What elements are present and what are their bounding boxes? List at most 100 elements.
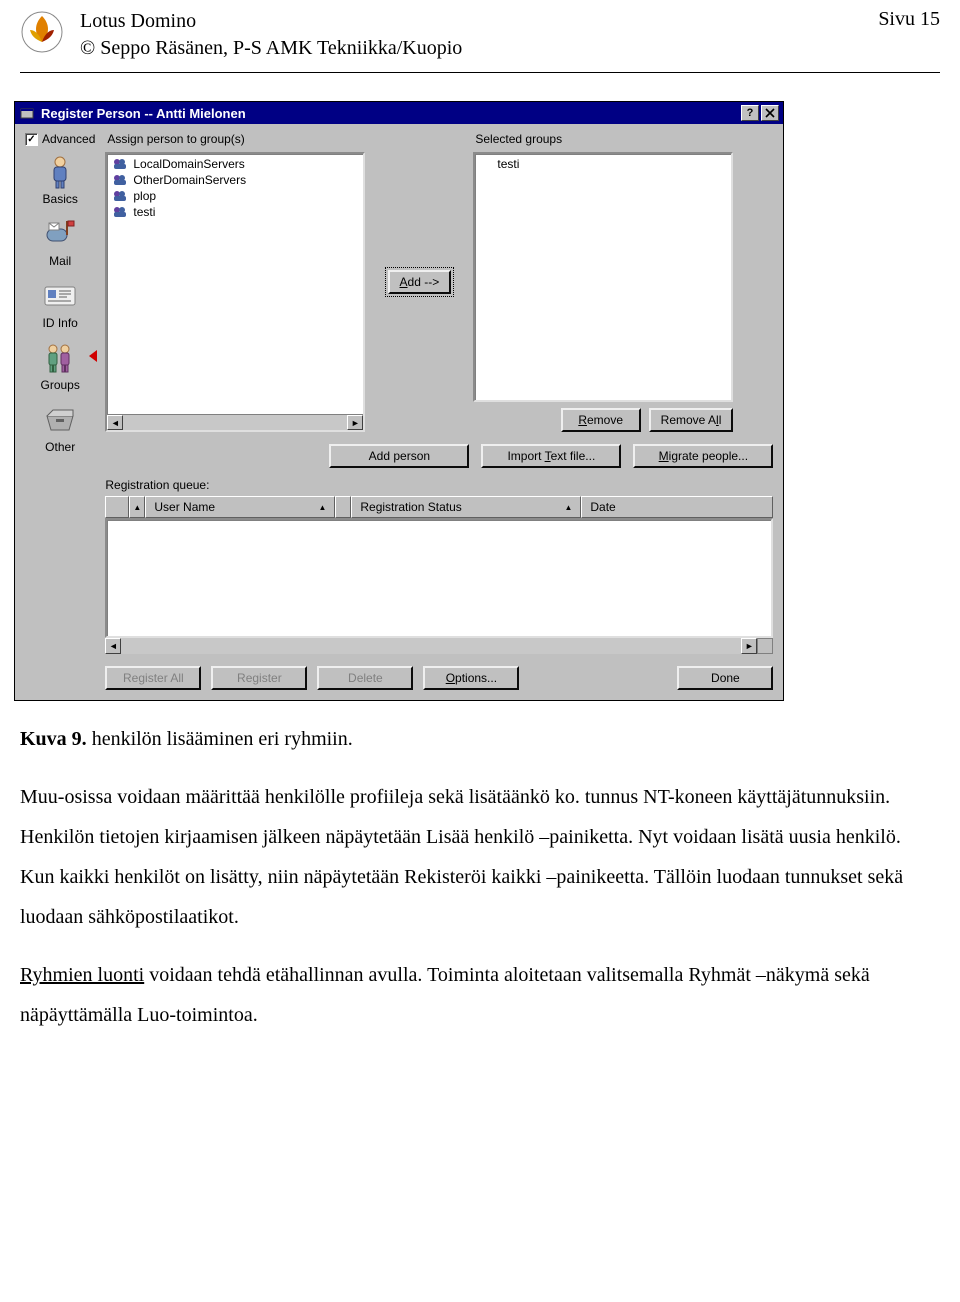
list-item[interactable]: testi	[107, 204, 363, 220]
figure-caption-label: Kuva 9.	[20, 728, 87, 750]
grid-spacer-header[interactable]	[335, 496, 351, 518]
advanced-checkbox[interactable]: ✓ Advanced	[25, 132, 95, 146]
add-button-label: Add -->	[400, 275, 440, 289]
mailbox-icon	[41, 216, 79, 252]
queue-grid-body[interactable]	[105, 518, 773, 638]
register-all-button[interactable]: Register All	[105, 666, 201, 690]
grid-col-date-label: Date	[590, 500, 615, 514]
migrate-people-label: Migrate people...	[659, 449, 748, 463]
options-button[interactable]: Options...	[423, 666, 519, 690]
list-item[interactable]: testi	[475, 156, 731, 172]
checkbox-icon: ✓	[25, 133, 38, 146]
nav-other-label: Other	[45, 440, 75, 454]
assign-label: Assign person to group(s)	[105, 132, 365, 146]
delete-label: Delete	[348, 671, 383, 685]
group-icon	[113, 174, 127, 186]
grid-sort-header[interactable]: ▲	[129, 496, 145, 518]
list-item[interactable]: LocalDomainServers	[107, 156, 363, 172]
grid-col-username[interactable]: User Name ▲	[145, 496, 335, 518]
grid-col-status[interactable]: Registration Status ▲	[351, 496, 581, 518]
page-header: Lotus Domino © Seppo Räsänen, P-S AMK Te…	[0, 0, 960, 68]
list-item-label: plop	[133, 189, 156, 203]
dialog-icon	[19, 105, 35, 121]
add-button[interactable]: Add -->	[388, 270, 452, 294]
queue-grid-scroll[interactable]: ◄ ►	[105, 638, 773, 654]
register-button[interactable]: Register	[211, 666, 307, 690]
nav-basics-label: Basics	[43, 192, 78, 206]
registration-queue-label: Registration queue:	[105, 478, 773, 492]
grid-col-status-label: Registration Status	[360, 500, 461, 514]
scroll-track[interactable]	[121, 638, 741, 654]
nav-idinfo[interactable]: ID Info	[25, 276, 95, 336]
nav-idinfo-label: ID Info	[43, 316, 78, 330]
selected-groups-list[interactable]: testi	[473, 152, 733, 402]
scroll-left-icon[interactable]: ◄	[105, 638, 121, 654]
available-groups-list[interactable]: LocalDomainServers OtherDomainServers	[105, 152, 365, 432]
import-text-button[interactable]: Import Text file...	[481, 444, 621, 468]
list-item[interactable]: OtherDomainServers	[107, 172, 363, 188]
header-title: Lotus Domino	[80, 8, 862, 35]
dialog-title: Register Person -- Antti Mielonen	[41, 106, 246, 121]
paragraph-2: Ryhmien luonti voidaan tehdä etähallinna…	[20, 955, 940, 1035]
options-label: Options...	[446, 671, 497, 685]
header-text: Lotus Domino © Seppo Räsänen, P-S AMK Te…	[80, 8, 862, 62]
selected-label: Selected groups	[473, 132, 733, 146]
add-person-label: Add person	[369, 449, 430, 463]
remove-button-label: Remove	[578, 413, 623, 427]
chevron-up-icon: ▲	[564, 503, 572, 512]
grid-col-date[interactable]: Date	[581, 496, 773, 518]
people-icon	[41, 340, 79, 376]
idcard-icon	[41, 278, 79, 314]
scroll-right-icon[interactable]: ►	[347, 415, 363, 430]
list-item-label: testi	[481, 157, 519, 171]
queue-grid-header: ▲ User Name ▲ Registration Status ▲ Date	[105, 496, 773, 518]
body-text: Kuva 9. henkilön lisääminen eri ryhmiin.…	[0, 701, 960, 1093]
paragraph-2-rest: voidaan tehdä etähallinnan avulla. Toimi…	[20, 964, 870, 1026]
done-label: Done	[711, 671, 740, 685]
header-subtitle: © Seppo Räsänen, P-S AMK Tekniikka/Kuopi…	[80, 35, 862, 62]
remove-button[interactable]: Remove	[561, 408, 641, 432]
grid-checkbox-header[interactable]	[105, 496, 129, 518]
person-icon	[41, 154, 79, 190]
figure-caption-text: henkilön lisääminen eri ryhmiin.	[92, 728, 353, 750]
list-item-label: testi	[133, 205, 155, 219]
group-icon	[113, 158, 127, 170]
nav-mail-label: Mail	[49, 254, 71, 268]
drawer-icon	[41, 402, 79, 438]
dialog-titlebar[interactable]: Register Person -- Antti Mielonen ?	[15, 102, 783, 124]
nav-groups[interactable]: Groups	[25, 338, 95, 398]
list-item-label: LocalDomainServers	[133, 157, 244, 171]
scroll-right-icon[interactable]: ►	[741, 638, 757, 654]
chevron-up-icon: ▲	[133, 503, 141, 512]
migrate-people-button[interactable]: Migrate people...	[633, 444, 773, 468]
done-button[interactable]: Done	[677, 666, 773, 690]
dialog-main: Assign person to group(s) LocalDomainSer…	[105, 132, 773, 690]
add-person-button[interactable]: Add person	[329, 444, 469, 468]
active-marker-icon	[89, 350, 97, 362]
paragraph-1: Muu-osissa voidaan määrittää henkilölle …	[20, 777, 940, 937]
section-lead: Ryhmien luonti	[20, 964, 144, 986]
nav-basics[interactable]: Basics	[25, 152, 95, 212]
import-text-label: Import Text file...	[507, 449, 595, 463]
grid-col-username-label: User Name	[154, 500, 215, 514]
scroll-left-icon[interactable]: ◄	[107, 415, 123, 430]
nav-groups-label: Groups	[41, 378, 80, 392]
scroll-track[interactable]	[123, 415, 347, 430]
group-icon	[113, 190, 127, 202]
register-label: Register	[237, 671, 282, 685]
delete-button[interactable]: Delete	[317, 666, 413, 690]
horizontal-scrollbar[interactable]: ◄ ►	[107, 414, 363, 430]
advanced-label: Advanced	[42, 132, 95, 146]
nav-mail[interactable]: Mail	[25, 214, 95, 274]
group-icon	[113, 206, 127, 218]
nav-other[interactable]: Other	[25, 400, 95, 460]
list-item[interactable]: plop	[107, 188, 363, 204]
dialog-sidebar: ✓ Advanced Basics	[25, 132, 95, 690]
register-all-label: Register All	[123, 671, 184, 685]
page-number: Sivu 15	[878, 8, 940, 31]
close-button[interactable]	[761, 105, 779, 121]
header-divider	[20, 72, 940, 73]
help-button[interactable]: ?	[741, 105, 759, 121]
remove-all-button[interactable]: Remove All	[649, 408, 734, 432]
register-person-dialog: Register Person -- Antti Mielonen ? ✓ Ad…	[14, 101, 784, 701]
